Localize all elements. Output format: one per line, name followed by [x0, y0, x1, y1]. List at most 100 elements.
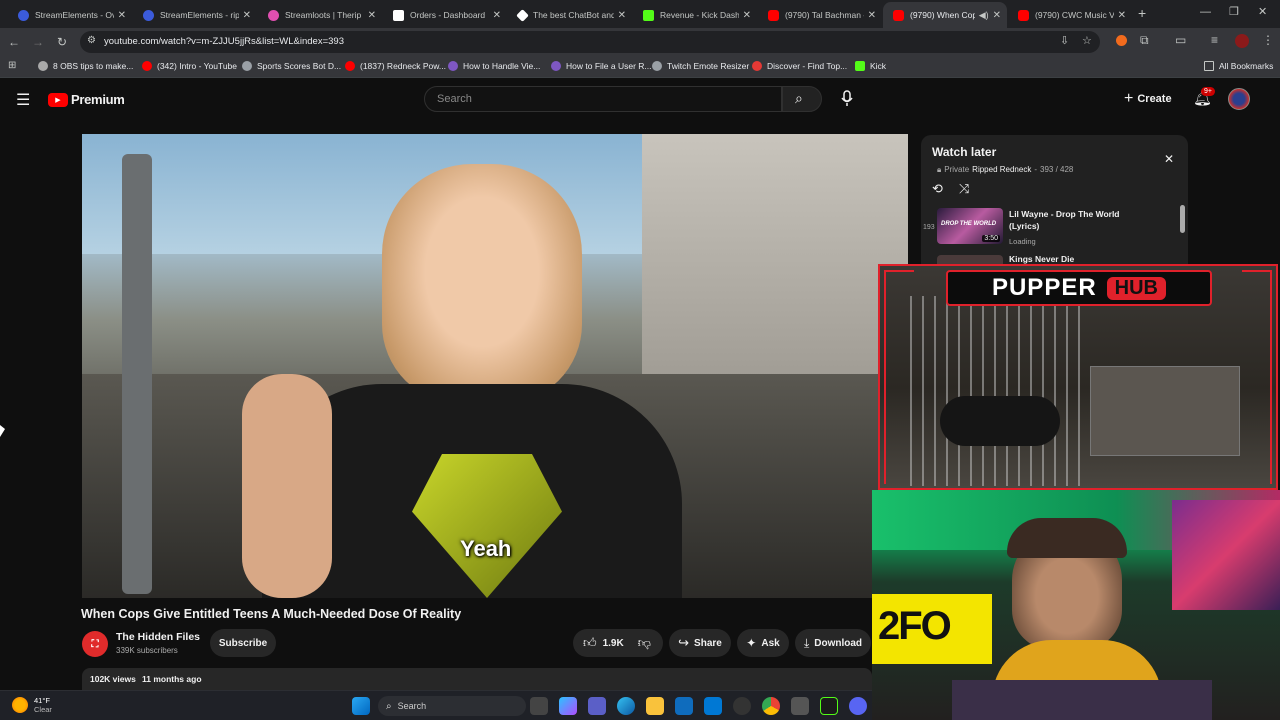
close-icon[interactable]: ✕: [243, 10, 251, 21]
thumbs-up-icon[interactable]: 👍︎: [583, 635, 597, 651]
webcam-overlay: 2FO: [872, 490, 1280, 720]
discord-icon[interactable]: [849, 697, 867, 715]
bookmark-item[interactable]: Sports Scores Bot D...: [242, 61, 341, 71]
bookmark-item[interactable]: Twitch Emote Resizer: [652, 61, 749, 71]
restore-button[interactable]: ❐: [1229, 5, 1239, 18]
media-controls-icon[interactable]: ≡: [1211, 33, 1218, 47]
channel-avatar[interactable]: ⛶: [82, 631, 108, 657]
task-view-icon[interactable]: [530, 697, 548, 715]
close-icon[interactable]: ✕: [368, 10, 376, 21]
browser-tab[interactable]: StreamElements - rip ✕: [133, 2, 257, 28]
profile-avatar[interactable]: [1235, 34, 1249, 48]
browser-tab[interactable]: Streamloots | Therip ✕: [258, 2, 382, 28]
playlist-owner[interactable]: Ripped Redneck: [972, 165, 1031, 175]
weather-widget[interactable]: 41°F Clear: [12, 696, 52, 714]
windows-start-icon[interactable]: [352, 697, 370, 715]
person-head: [382, 164, 582, 404]
browser-tab[interactable]: Revenue - Kick Dashb ✕: [633, 2, 757, 28]
window-close-button[interactable]: ✕: [1258, 5, 1267, 18]
bookmark-item[interactable]: How to Handle Vie...: [448, 61, 540, 71]
hamburger-menu-icon[interactable]: ☰: [16, 90, 30, 110]
description-box[interactable]: 102K views 11 months ago: [82, 668, 872, 690]
app-icon[interactable]: [791, 697, 809, 715]
wall-posters: [1172, 500, 1280, 610]
obs-icon[interactable]: [733, 697, 751, 715]
taskbar-search[interactable]: ⌕ Search: [378, 696, 526, 716]
site-info-icon[interactable]: ⚙: [87, 35, 96, 46]
thumbs-down-icon[interactable]: 👎︎: [638, 635, 651, 651]
close-icon[interactable]: ✕: [868, 10, 876, 21]
browser-tab[interactable]: StreamElements - Ov ✕: [8, 2, 132, 28]
back-button[interactable]: ←: [6, 34, 22, 50]
search-placeholder: Search: [437, 93, 472, 105]
ask-button[interactable]: ✦ Ask: [737, 629, 789, 657]
edge-icon[interactable]: [617, 697, 635, 715]
create-button[interactable]: + Create: [1124, 90, 1172, 108]
extension-icon[interactable]: [1116, 35, 1127, 46]
minimize-button[interactable]: —: [1200, 6, 1211, 18]
search-input[interactable]: Search: [424, 86, 782, 112]
account-avatar[interactable]: [1228, 88, 1250, 110]
all-bookmarks-button[interactable]: All Bookmarks: [1204, 61, 1273, 71]
bookmark-label: 8 OBS tips to make...: [53, 61, 134, 71]
desk-area: [952, 680, 1212, 720]
bookmark-item[interactable]: How to File a User R...: [551, 61, 652, 71]
forward-button[interactable]: →: [30, 34, 46, 50]
file-explorer-icon[interactable]: [646, 697, 664, 715]
copilot-icon[interactable]: [559, 697, 577, 715]
search-icon: ⌕: [386, 700, 392, 712]
close-icon[interactable]: ✕: [1118, 10, 1126, 21]
reload-button[interactable]: ↻: [54, 34, 70, 50]
video-player[interactable]: Yeah: [82, 134, 908, 598]
tab-title: Orders - Dashboard: [410, 10, 486, 20]
close-icon[interactable]: ✕: [493, 10, 501, 21]
panel-scrollbar[interactable]: [1180, 205, 1185, 233]
chrome-icon[interactable]: [762, 697, 780, 715]
upload-date: 11 months ago: [142, 674, 202, 684]
channel-name[interactable]: The Hidden Files: [116, 631, 200, 643]
new-tab-button[interactable]: +: [1138, 5, 1146, 21]
browser-tab[interactable]: The best ChatBot and ✕: [508, 2, 632, 28]
close-icon[interactable]: ✕: [618, 10, 626, 21]
extensions-puzzle-icon[interactable]: ⧉: [1140, 33, 1149, 48]
search-button[interactable]: ⌕: [782, 86, 822, 112]
download-button[interactable]: ⤓ Download: [795, 629, 871, 657]
bookmark-item[interactable]: 8 OBS tips to make...: [38, 61, 133, 71]
mute-icon[interactable]: ◀): [979, 10, 989, 21]
share-button[interactable]: ↪ Share: [669, 629, 731, 657]
close-icon[interactable]: ✕: [993, 10, 1001, 21]
browser-menu-icon[interactable]: ⋮: [1262, 33, 1274, 47]
playlist-item[interactable]: 193 DROP THE WORLD 3:50 Lil Wayne - Drop…: [921, 205, 1179, 249]
youtube-logo[interactable]: ▶ Premium: [48, 92, 125, 107]
close-icon[interactable]: ✕: [743, 10, 751, 21]
streamelements-favicon-icon: [18, 9, 29, 21]
outlook-icon[interactable]: [704, 697, 722, 715]
browser-tab[interactable]: (9790) CWC Music Vi ✕: [1008, 2, 1132, 28]
apps-grid-icon[interactable]: ⊞: [8, 60, 16, 71]
teams-icon[interactable]: [588, 697, 606, 715]
install-app-icon[interactable]: ⇩: [1060, 34, 1069, 47]
download-label: Download: [814, 637, 863, 649]
boat-pole: [122, 154, 152, 594]
bookmark-item[interactable]: (1837) Redneck Pow...: [345, 61, 446, 71]
side-panel-icon[interactable]: ▭: [1175, 33, 1186, 47]
browser-tab[interactable]: (9790) Tal Bachman - ✕: [758, 2, 882, 28]
close-icon[interactable]: ✕: [118, 10, 126, 21]
bookmark-item[interactable]: (342) Intro - YouTube: [142, 61, 237, 71]
store-icon[interactable]: [675, 697, 693, 715]
app-icon[interactable]: [820, 697, 838, 715]
address-bar[interactable]: ⚙ youtube.com/watch?v=m-ZJJU5jjRs&list=W…: [80, 31, 1100, 53]
browser-tab-active[interactable]: (9790) When Cop ◀) ✕: [883, 2, 1007, 28]
video-title: When Cops Give Entitled Teens A Much-Nee…: [81, 607, 462, 621]
loop-icon[interactable]: ⟲: [932, 181, 943, 197]
close-panel-button[interactable]: ✕: [1164, 152, 1174, 166]
bookmark-star-icon[interactable]: ☆: [1082, 34, 1092, 47]
subscribe-button[interactable]: Subscribe: [210, 629, 276, 657]
microphone-icon[interactable]: [840, 89, 854, 109]
bookmarks-bar: ⊞ 8 OBS tips to make... (342) Intro - Yo…: [0, 56, 1280, 78]
bookmark-item[interactable]: Discover - Find Top...: [752, 61, 847, 71]
browser-tab[interactable]: Orders - Dashboard ✕: [383, 2, 507, 28]
weather-sun-icon: [12, 697, 28, 713]
shuffle-icon[interactable]: ⤨: [959, 181, 969, 197]
bookmark-item[interactable]: Kick: [855, 61, 886, 71]
